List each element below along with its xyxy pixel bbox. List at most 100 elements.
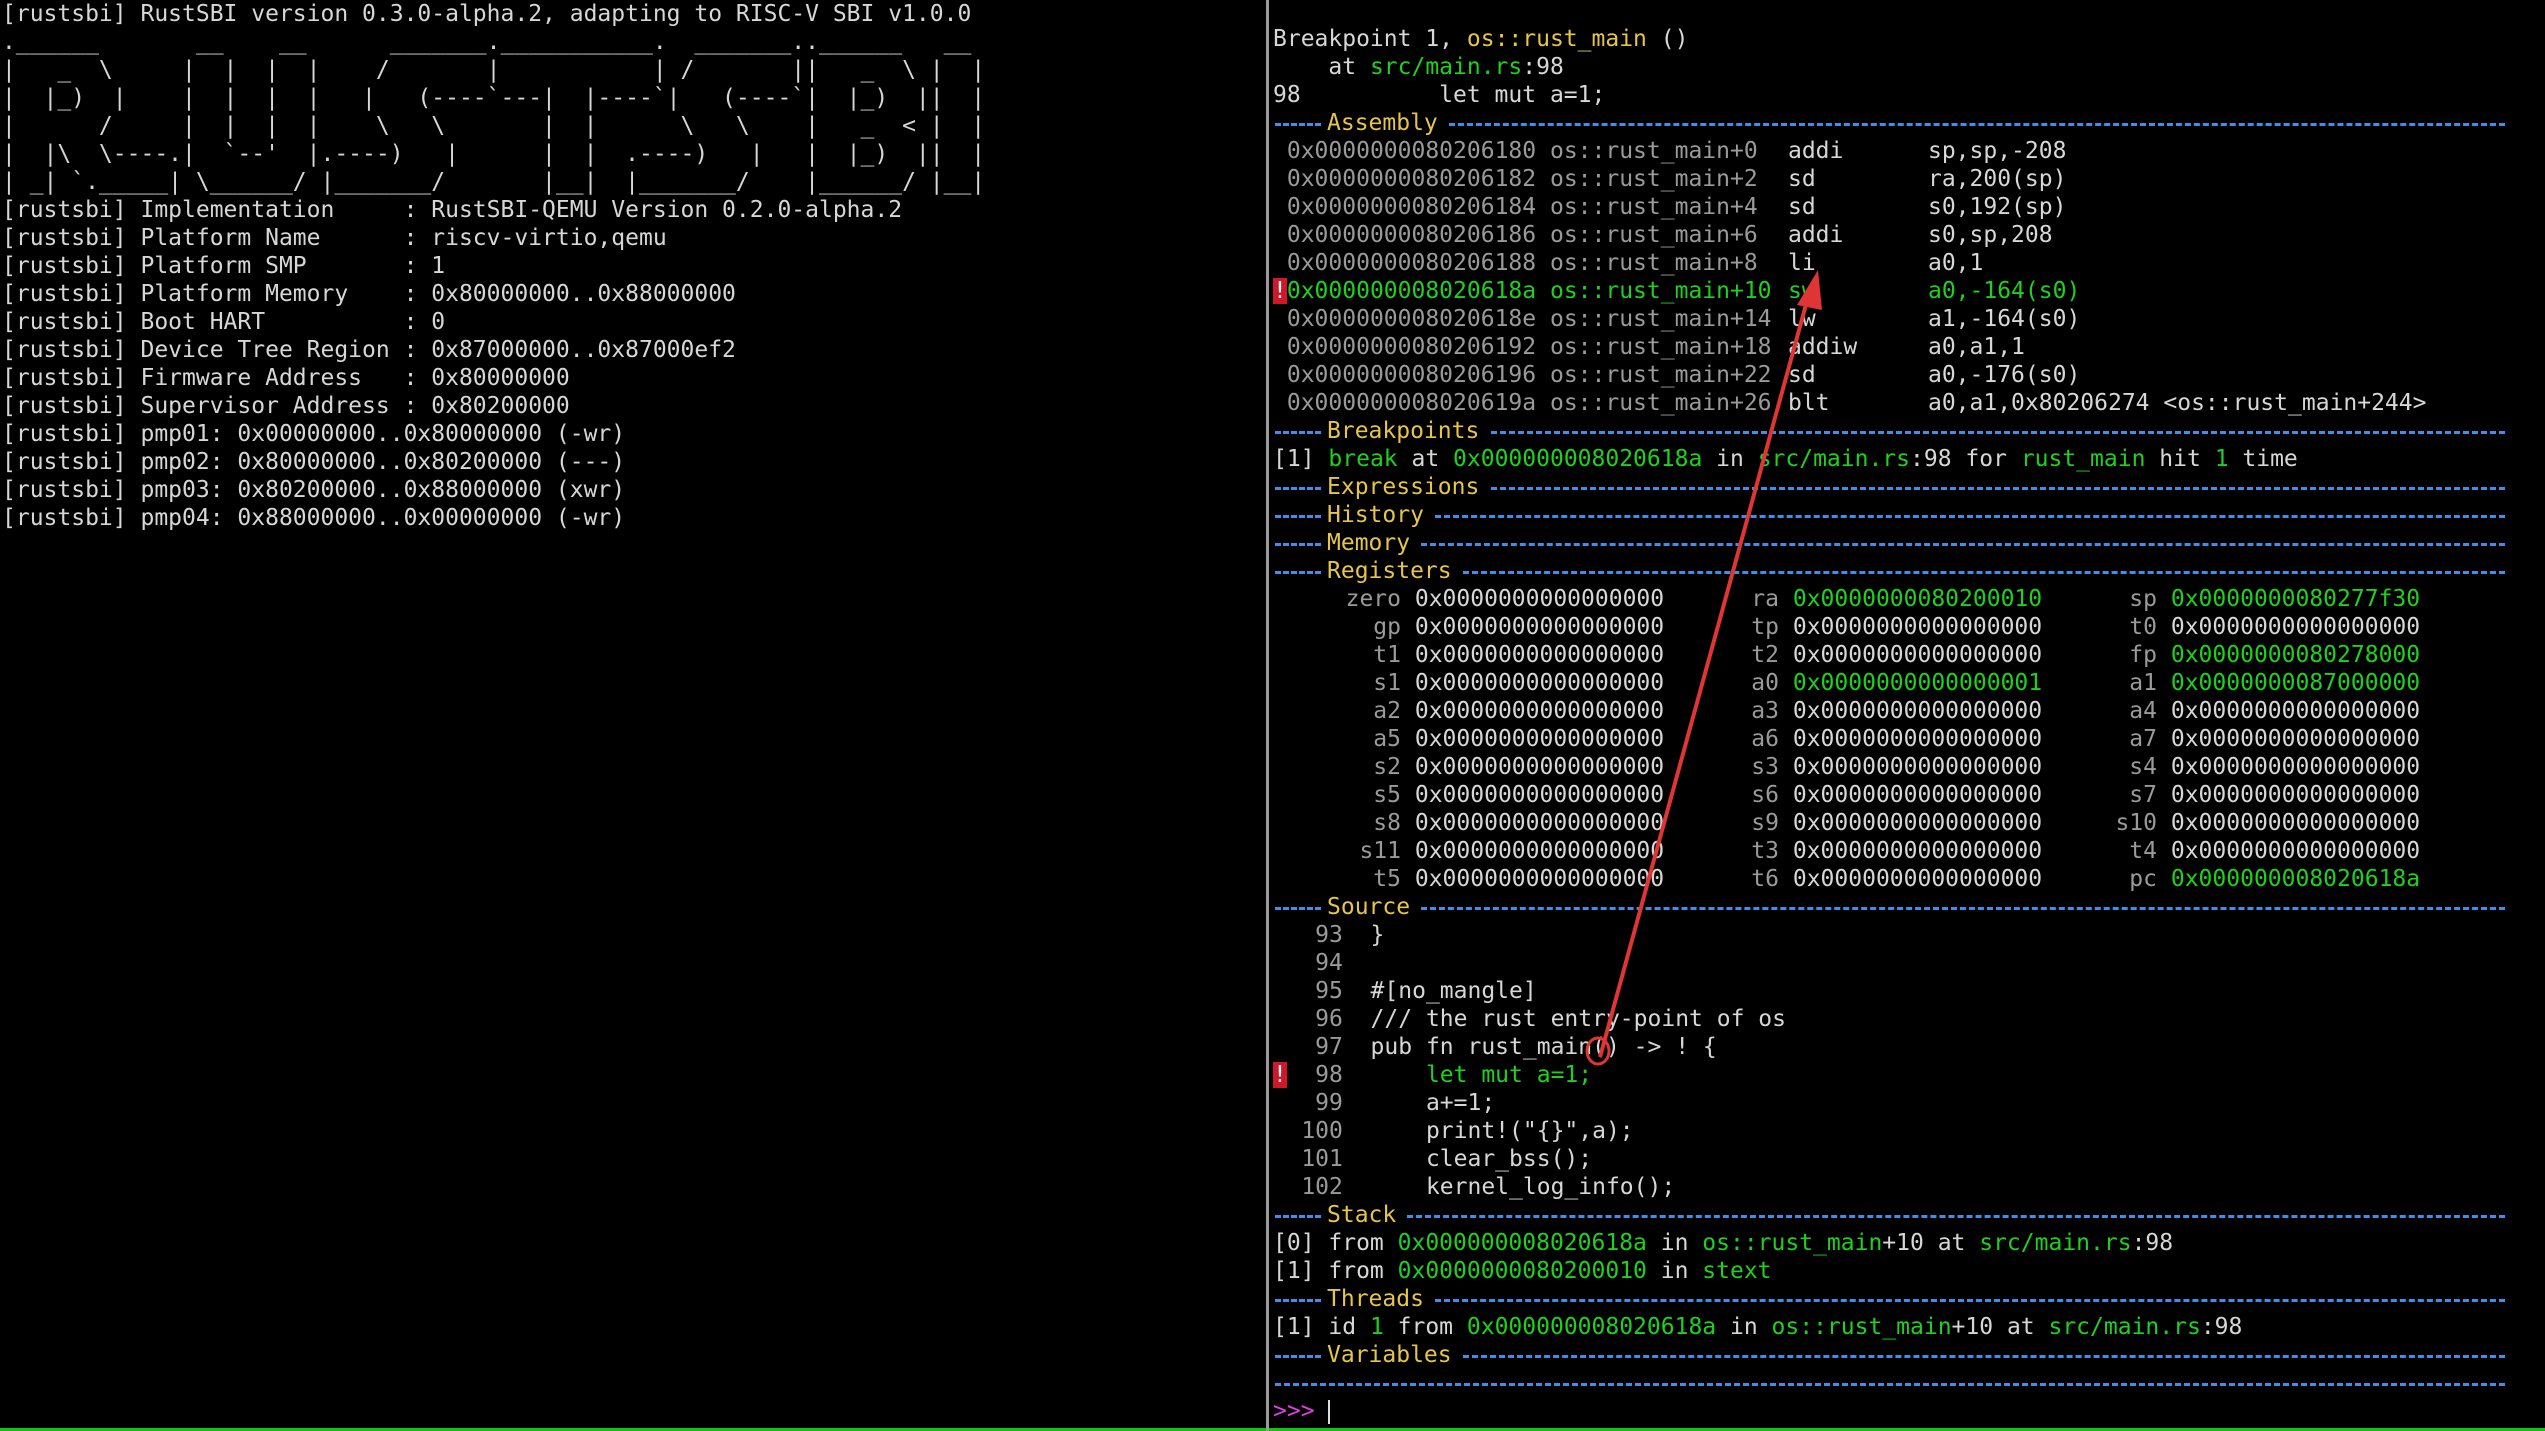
asm-address: 0x0000000080206192 bbox=[1286, 334, 1537, 360]
register-s2: s2 0x0000000000000000 bbox=[1273, 753, 1664, 781]
section-rule bbox=[1275, 1215, 1321, 1218]
register-value: 0x000000008020618a bbox=[2170, 866, 2421, 892]
line-number: 101 bbox=[1301, 1146, 1343, 1172]
frame-at: at bbox=[1923, 1230, 1980, 1256]
asm-address: 0x000000008020618a bbox=[1286, 278, 1537, 304]
console-text: [rustsbi] Boot HART : 0 bbox=[2, 309, 446, 335]
asm-operands: a0,-164(s0) bbox=[1927, 278, 2081, 304]
sep bbox=[1779, 810, 1793, 836]
line-number: 98 bbox=[1315, 1062, 1343, 1088]
gdb-dashboard-pane[interactable]: Breakpoint 1, os::rust_main () at src/ma… bbox=[1273, 0, 2545, 1431]
register-name: t3 bbox=[1751, 838, 1779, 864]
section-rule bbox=[1435, 1299, 2505, 1302]
register-name: t4 bbox=[2129, 838, 2157, 864]
register-value: 0x0000000000000000 bbox=[1792, 866, 2043, 892]
thread-offset: +10 bbox=[1951, 1314, 1994, 1340]
assembly-row: 0x0000000080206182 os::rust_main+2 sd ra,2… bbox=[1273, 165, 2067, 193]
asm-opcode: addi bbox=[1787, 138, 1844, 164]
bp-time: time bbox=[2228, 446, 2298, 472]
console-text: [rustsbi] Platform Name : riscv-virtio,q… bbox=[2, 225, 667, 251]
register-s4: s4 0x0000000000000000 bbox=[2029, 753, 2420, 781]
console-text: [rustsbi] Implementation : RustSBI-QEMU … bbox=[2, 197, 903, 223]
register-value: 0x0000000000000000 bbox=[1414, 586, 1665, 612]
console-line: [rustsbi] pmp01: 0x00000000..0x80000000 … bbox=[2, 420, 625, 448]
source-row: 100 print!("{}",a); bbox=[1273, 1117, 1633, 1145]
assembly-row: 0x0000000080206186 os::rust_main+6 addi s0… bbox=[1273, 221, 2053, 249]
console-line: [rustsbi] Platform Name : riscv-virtio,q… bbox=[2, 224, 667, 252]
register-a5: a5 0x0000000000000000 bbox=[1273, 725, 1664, 753]
register-s3: s3 0x0000000000000000 bbox=[1651, 753, 2042, 781]
sep bbox=[1536, 362, 1550, 388]
asm-opcode: addiw bbox=[1787, 334, 1858, 360]
bp-file: src/main.rs bbox=[1757, 446, 1911, 472]
register-value: 0x0000000000000000 bbox=[1792, 614, 2043, 640]
section-title: Expressions bbox=[1327, 474, 1480, 500]
sep bbox=[1779, 726, 1793, 752]
register-t2: t2 0x0000000000000000 bbox=[1651, 641, 2042, 669]
sep bbox=[1401, 698, 1415, 724]
register-a1: a1 0x0000000087000000 bbox=[2029, 669, 2420, 697]
section-title: Threads bbox=[1327, 1286, 1424, 1312]
section-rule bbox=[1491, 487, 2505, 490]
register-name: s11 bbox=[1359, 838, 1401, 864]
sep bbox=[1779, 754, 1793, 780]
sep bbox=[1401, 838, 1415, 864]
console-text: | / | | | | \ \ | | \ \ | _ < | | bbox=[2, 113, 986, 139]
asm-opcode: sw bbox=[1787, 278, 1816, 304]
gdb-prompt: >>> bbox=[1273, 1398, 1315, 1424]
register-name: s9 bbox=[1751, 810, 1779, 836]
section-header-threads: Threads bbox=[1327, 1285, 1424, 1313]
asm-symbol: os::rust_main+0 bbox=[1549, 138, 1758, 164]
register-name: s5 bbox=[1373, 782, 1401, 808]
frame-offset: +10 bbox=[1882, 1230, 1924, 1256]
register-s1: s1 0x0000000000000000 bbox=[1273, 669, 1664, 697]
asm-opcode: sd bbox=[1787, 166, 1816, 192]
bp-function: os::rust_main bbox=[1466, 26, 1647, 52]
register-value: 0x0000000000000000 bbox=[2170, 754, 2421, 780]
at-file: src/main.rs bbox=[1369, 54, 1523, 80]
gdb-prompt-line[interactable]: >>> bbox=[1273, 1397, 1331, 1425]
pane-divider[interactable] bbox=[1266, 0, 1269, 1431]
line-number: 94 bbox=[1315, 950, 1343, 976]
register-sp: sp 0x0000000080277f30 bbox=[2029, 585, 2420, 613]
register-name: t2 bbox=[1751, 642, 1779, 668]
register-value: 0x0000000000000000 bbox=[1792, 810, 2043, 836]
console-line: [rustsbi] RustSBI version 0.3.0-alpha.2,… bbox=[2, 0, 971, 28]
register-a2: a2 0x0000000000000000 bbox=[1273, 697, 1664, 725]
sep bbox=[1401, 614, 1415, 640]
section-rule bbox=[1275, 515, 1321, 518]
frame-index: [0] bbox=[1273, 1230, 1315, 1256]
console-text: [rustsbi] Supervisor Address : 0x8020000… bbox=[2, 393, 570, 419]
sep bbox=[1401, 810, 1415, 836]
qemu-terminal-pane[interactable]: [rustsbi] RustSBI version 0.3.0-alpha.2,… bbox=[0, 0, 1266, 1431]
assembly-row: 0x0000000080206188 os::rust_main+8 li a0,1 bbox=[1273, 249, 1984, 277]
register-value: 0x0000000087000000 bbox=[2170, 670, 2421, 696]
assembly-row: 0x0000000080206196 os::rust_main+22 sd a0,… bbox=[1273, 361, 2080, 389]
asm-symbol: os::rust_main+2 bbox=[1549, 166, 1758, 192]
source-code: a+=1; bbox=[1342, 1090, 1496, 1116]
register-value: 0x0000000000000000 bbox=[2170, 838, 2421, 864]
source-code: clear_bss(); bbox=[1342, 1146, 1593, 1172]
register-value: 0x0000000000000000 bbox=[1414, 866, 1665, 892]
line-number: 95 bbox=[1315, 978, 1343, 1004]
sep bbox=[1536, 278, 1550, 304]
register-name: s2 bbox=[1373, 754, 1401, 780]
asm-symbol: os::rust_main+8 bbox=[1549, 250, 1758, 276]
register-name: s1 bbox=[1373, 670, 1401, 696]
sep bbox=[1401, 670, 1415, 696]
text-cursor[interactable] bbox=[1328, 1399, 1331, 1424]
register-name: a1 bbox=[2129, 670, 2157, 696]
asm-address: 0x000000008020618e bbox=[1286, 306, 1537, 332]
console-text: [rustsbi] Platform SMP : 1 bbox=[2, 253, 446, 279]
console-line: | / | | | | \ \ | | \ \ | _ < | | bbox=[2, 112, 985, 140]
console-line: [rustsbi] Platform SMP : 1 bbox=[2, 252, 445, 280]
register-value: 0x0000000000000000 bbox=[1792, 782, 2043, 808]
line-number: 96 bbox=[1315, 1006, 1343, 1032]
stack-frame: [0] from 0x000000008020618a in os::rust_… bbox=[1273, 1229, 2173, 1257]
sep bbox=[1536, 334, 1550, 360]
asm-opcode: sd bbox=[1787, 194, 1816, 220]
console-text: | _| `._____| \______/ |_______/ |__| |_… bbox=[2, 169, 986, 195]
assembly-row: 0x0000000080206180 os::rust_main+0 addi sp… bbox=[1273, 137, 2067, 165]
console-line: [rustsbi] pmp04: 0x88000000..0x00000000 … bbox=[2, 504, 625, 532]
register-name: a3 bbox=[1751, 698, 1779, 724]
